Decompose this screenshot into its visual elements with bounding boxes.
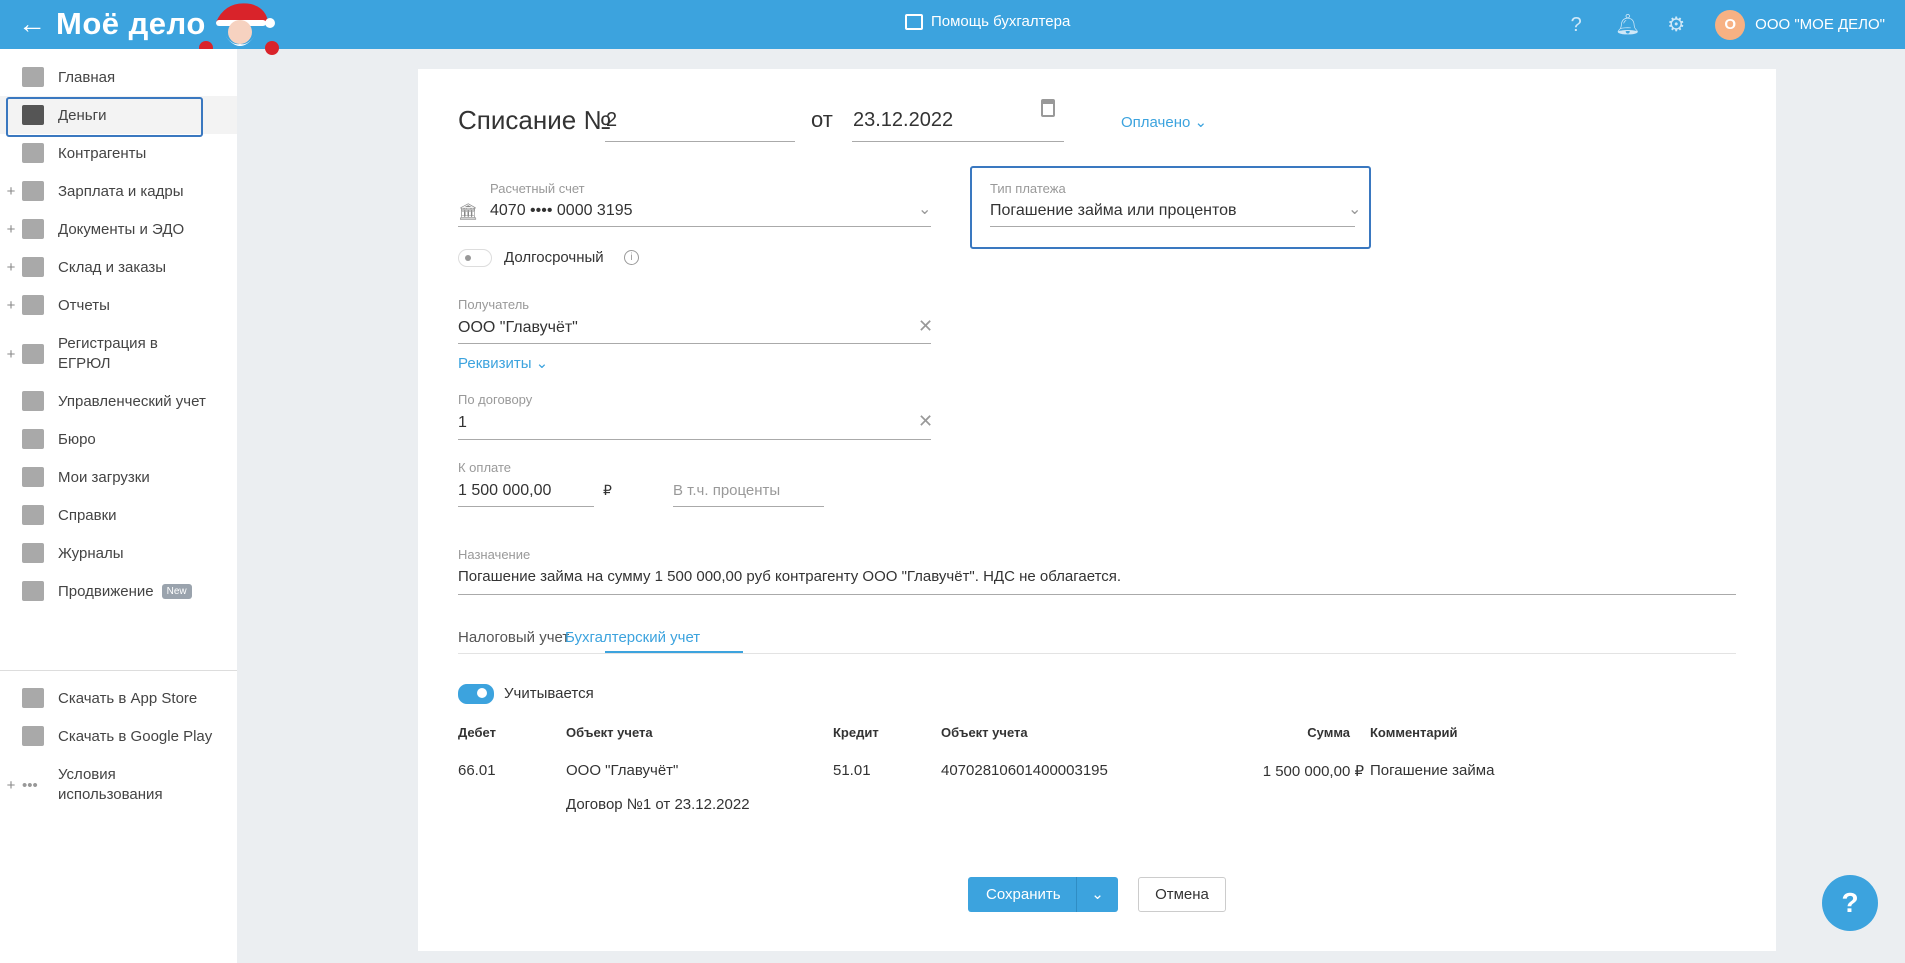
- sidebar-item-downloads[interactable]: Мои загрузки: [0, 458, 237, 496]
- cancel-button[interactable]: Отмена: [1138, 877, 1226, 912]
- number-input[interactable]: 2: [606, 109, 617, 132]
- writeoff-form: Списание № 2 от 23.12.2022 Оплачено ⌄ Ра…: [418, 69, 1776, 951]
- comment-cell: Погашение займа: [1370, 762, 1495, 779]
- ruble-icon: ₽: [603, 482, 612, 498]
- help-chat-button[interactable]: ?: [1822, 875, 1878, 931]
- play-icon: [22, 726, 44, 746]
- longterm-toggle[interactable]: [458, 249, 492, 267]
- org-name[interactable]: ООО "МОЕ ДЕЛО": [1755, 16, 1885, 33]
- gear-icon[interactable]: ⚙: [1665, 14, 1687, 36]
- folder-icon: [22, 467, 44, 487]
- briefcase-icon: [22, 429, 44, 449]
- registration-icon: [22, 344, 44, 364]
- account-label: Расчетный счет: [490, 181, 585, 196]
- sidebar-item-bureau[interactable]: Бюро: [0, 420, 237, 458]
- clear-icon[interactable]: ✕: [918, 316, 933, 337]
- page-title: Списание №: [458, 105, 612, 135]
- sidebar-item-home[interactable]: Главная: [0, 58, 237, 96]
- interest-input[interactable]: В т.ч. проценты: [673, 482, 780, 499]
- debit-contract-cell: Договор №1 от 23.12.2022: [566, 796, 750, 813]
- from-label: от: [811, 107, 833, 132]
- chevron-down-icon[interactable]: ⌄: [1076, 877, 1118, 912]
- amount-input[interactable]: 1 500 000,00: [458, 482, 551, 500]
- expand-icon[interactable]: +: [0, 297, 22, 314]
- recipient-input[interactable]: ООО "Главучёт": [458, 319, 578, 337]
- expand-icon[interactable]: +: [0, 346, 22, 363]
- sidebar-item-management[interactable]: Управленческий учет: [0, 382, 237, 420]
- cart-icon: [22, 257, 44, 277]
- new-badge: New: [161, 583, 192, 599]
- expand-icon[interactable]: +: [0, 183, 22, 200]
- debit-cell: 66.01: [458, 762, 496, 779]
- account-select[interactable]: 4070 •••• 0000 3195: [490, 202, 633, 220]
- sidebar-item-journals[interactable]: Журналы: [0, 534, 237, 572]
- requisites-link[interactable]: Реквизиты ⌄: [458, 354, 548, 372]
- bank-icon: 🏛︎: [458, 204, 479, 221]
- credit-object-cell: 40702810601400003195: [941, 762, 1108, 779]
- bell-icon[interactable]: 🔔︎: [1615, 14, 1640, 36]
- debit-object-cell: ООО "Главучёт": [566, 762, 679, 779]
- longterm-label: Долгосрочный: [504, 249, 604, 266]
- payment-type-field[interactable]: Тип платежа Погашение займа или проценто…: [970, 166, 1371, 249]
- sidebar-item-documents[interactable]: + Документы и ЭДО: [0, 210, 237, 248]
- chevron-down-icon[interactable]: ⌄: [918, 199, 931, 219]
- report-icon: [22, 295, 44, 315]
- accounted-toggle[interactable]: [458, 684, 494, 704]
- reference-icon: [22, 505, 44, 525]
- save-button[interactable]: Сохранить ⌄: [968, 877, 1118, 912]
- expand-icon[interactable]: +: [0, 221, 22, 238]
- sidebar-item-app-store[interactable]: Скачать в App Store: [0, 679, 237, 717]
- avatar[interactable]: О: [1715, 9, 1746, 40]
- sidebar-item-references[interactable]: Справки: [0, 496, 237, 534]
- logo[interactable]: Моё дело: [56, 6, 206, 42]
- sidebar-item-salary[interactable]: + Зарплата и кадры: [0, 172, 237, 210]
- sidebar-item-reports[interactable]: + Отчеты: [0, 286, 237, 324]
- sidebar-item-registration[interactable]: + Регистрация в ЕГРЮЛ: [0, 329, 237, 379]
- chevron-down-icon[interactable]: ⌄: [1348, 199, 1361, 219]
- clear-icon[interactable]: ✕: [918, 411, 933, 432]
- folder-icon: [22, 219, 44, 239]
- tab-accounting[interactable]: Бухгалтерский учет: [507, 629, 700, 646]
- back-arrow-icon[interactable]: ←: [18, 8, 46, 40]
- credit-cell: 51.01: [833, 762, 871, 779]
- sum-cell: 1 500 000,00 ₽: [1262, 763, 1364, 780]
- contract-input[interactable]: 1: [458, 414, 467, 432]
- sidebar-item-terms[interactable]: + ••• Условия использования: [0, 760, 237, 810]
- sidebar-item-contractors[interactable]: Контрагенты: [0, 134, 237, 172]
- more-icon: •••: [22, 776, 38, 794]
- home-icon: [22, 67, 44, 87]
- person-icon: [22, 143, 44, 163]
- journal-icon: [22, 543, 44, 563]
- expand-icon[interactable]: +: [0, 777, 22, 794]
- date-input[interactable]: 23.12.2022: [853, 109, 953, 132]
- sidebar-divider: [0, 670, 237, 671]
- purpose-input[interactable]: Погашение займа на сумму 1 500 000,00 ру…: [458, 568, 1121, 585]
- accountant-help[interactable]: Помощь бухгалтера: [905, 13, 1070, 30]
- santa-decoration-icon: [199, 3, 279, 55]
- expand-icon[interactable]: +: [0, 259, 22, 276]
- status-dropdown[interactable]: Оплачено ⌄: [1121, 113, 1207, 131]
- accountant-help-icon: [905, 13, 923, 30]
- sidebar-item-money[interactable]: Деньги: [0, 96, 237, 137]
- help-icon[interactable]: ?: [1565, 14, 1587, 36]
- sidebar-item-promotion[interactable]: Продвижение New: [0, 572, 237, 610]
- wallet-icon: [22, 181, 44, 201]
- apple-icon: [22, 688, 44, 708]
- calendar-icon[interactable]: [1041, 99, 1055, 117]
- sidebar: Главная Деньги Контрагенты + Зарплата и к…: [0, 49, 237, 963]
- sidebar-item-google-play[interactable]: Скачать в Google Play: [0, 717, 237, 755]
- chart-icon: [22, 581, 44, 601]
- money-icon: [22, 105, 44, 125]
- top-header: ← Моё дело Помощь бухгалтера ? 🔔︎ ⚙ О ОО…: [0, 0, 1905, 55]
- ruble-doc-icon: [22, 391, 44, 411]
- info-icon[interactable]: i: [624, 250, 639, 265]
- sidebar-item-warehouse[interactable]: + Склад и заказы: [0, 248, 237, 286]
